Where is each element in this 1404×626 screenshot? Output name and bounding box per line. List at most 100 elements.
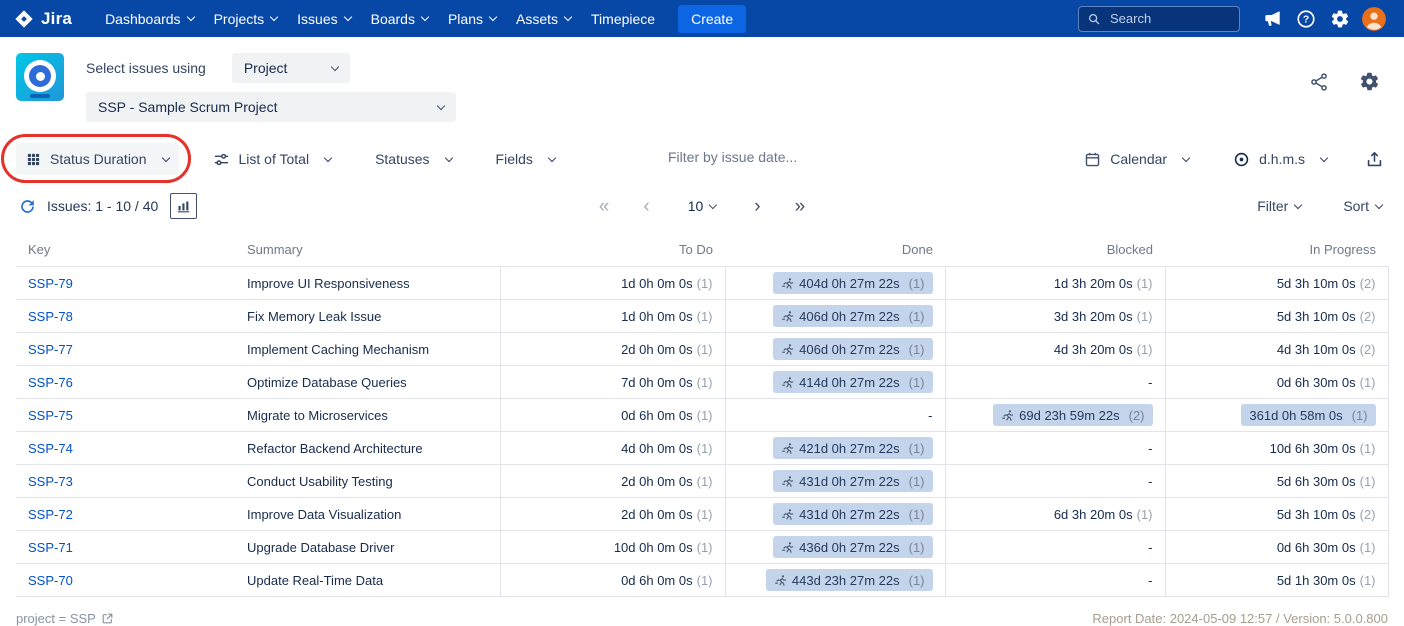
issue-key-link[interactable]: SSP-77 xyxy=(28,342,73,357)
issue-key-link[interactable]: SSP-71 xyxy=(28,540,73,555)
chart-view-button[interactable] xyxy=(170,193,197,219)
nav-item-label: Issues xyxy=(297,11,337,27)
export-button[interactable] xyxy=(1361,146,1388,173)
issue-key-link[interactable]: SSP-72 xyxy=(28,507,73,522)
runner-icon xyxy=(781,277,794,290)
issue-count: (1) xyxy=(909,276,925,291)
nav-assets[interactable]: Assets xyxy=(507,5,580,33)
duration-value: 5d 3h 10m 0s(2) xyxy=(1277,276,1376,291)
issues-table-body: SSP-79 Improve UI Responsiveness 1d 0h 0… xyxy=(16,267,1388,597)
issue-key-link[interactable]: SSP-75 xyxy=(28,408,73,423)
announcements-button[interactable] xyxy=(1256,3,1288,35)
project-select[interactable]: SSP - Sample Scrum Project xyxy=(86,92,456,122)
table-row: SSP-70 Update Real-Time Data 0d 6h 0m 0s… xyxy=(16,564,1388,597)
nav-plans[interactable]: Plans xyxy=(439,5,505,33)
column-header-blocked[interactable]: Blocked xyxy=(945,234,1165,267)
duration-pill: 404d 0h 27m 22s(1) xyxy=(773,272,932,294)
sort-menu-button[interactable]: Sort xyxy=(1337,197,1388,215)
duration-text: 1d 3h 20m 0s xyxy=(1054,276,1133,291)
statuses-select[interactable]: Statuses xyxy=(365,143,461,175)
svg-text:?: ? xyxy=(1303,14,1309,25)
issue-key-link[interactable]: SSP-70 xyxy=(28,573,73,588)
nav-dashboards[interactable]: Dashboards xyxy=(96,5,203,33)
issue-count: (1) xyxy=(1137,309,1153,324)
duration-text: 5d 3h 10m 0s xyxy=(1277,276,1356,291)
nav-issues[interactable]: Issues xyxy=(288,5,359,33)
table-header-row: Key Summary To Do Done Blocked In Progre… xyxy=(16,234,1388,267)
refresh-button[interactable] xyxy=(16,195,39,218)
page-size-select[interactable]: 10 xyxy=(680,192,725,220)
report-type-select[interactable]: Status Duration xyxy=(16,143,179,175)
issue-count: (1) xyxy=(909,309,925,324)
toolbar-right-group: Calendar d.h.m.s xyxy=(1074,136,1388,182)
issue-summary: Fix Memory Leak Issue xyxy=(235,300,500,333)
column-header-key[interactable]: Key xyxy=(16,234,235,267)
duration-text: 431d 0h 27m 22s xyxy=(799,507,899,522)
table-row: SSP-78 Fix Memory Leak Issue 1d 0h 0m 0s… xyxy=(16,300,1388,333)
duration-text: 0d 6h 30m 0s xyxy=(1277,540,1356,555)
external-link-icon[interactable] xyxy=(101,612,114,625)
issue-key-link[interactable]: SSP-78 xyxy=(28,309,73,324)
duration-pill: 443d 23h 27m 22s(1) xyxy=(766,569,933,591)
issue-date-filter-input[interactable] xyxy=(666,148,896,166)
issue-count: (1) xyxy=(909,342,925,357)
nav-boards[interactable]: Boards xyxy=(362,5,437,33)
settings-button[interactable] xyxy=(1324,3,1356,35)
nav-item-label: Timepiece xyxy=(591,11,655,27)
duration-value: 10d 0h 0m 0s(1) xyxy=(614,540,713,555)
duration-value: 4d 0h 0m 0s(1) xyxy=(621,441,712,456)
issue-key-link[interactable]: SSP-79 xyxy=(28,276,73,291)
jira-logo-icon xyxy=(14,9,34,29)
duration-cell-done: 436d 0h 27m 22s(1) xyxy=(725,531,945,564)
issue-summary: Migrate to Microservices xyxy=(235,399,500,432)
duration-text: 1d 0h 0m 0s xyxy=(621,309,693,324)
duration-cell-inprogress: 4d 3h 10m 0s(2) xyxy=(1165,333,1388,366)
column-header-todo[interactable]: To Do xyxy=(500,234,725,267)
help-button[interactable]: ? xyxy=(1290,3,1322,35)
first-page-button[interactable]: « xyxy=(595,195,614,218)
scope-select[interactable]: Project xyxy=(232,53,350,83)
issue-key-link[interactable]: SSP-76 xyxy=(28,375,73,390)
duration-pill: 431d 0h 27m 22s(1) xyxy=(773,470,932,492)
chevron-down-icon xyxy=(1182,153,1190,161)
previous-page-button[interactable]: ‹ xyxy=(639,195,653,218)
duration-text: 0d 6h 0m 0s xyxy=(621,408,693,423)
next-page-button[interactable]: › xyxy=(750,195,764,218)
nav-timepiece[interactable]: Timepiece xyxy=(582,5,664,33)
issue-count: (1) xyxy=(697,309,713,324)
duration-pill: 414d 0h 27m 22s(1) xyxy=(773,371,932,393)
column-header-summary[interactable]: Summary xyxy=(235,234,500,267)
last-page-button[interactable]: » xyxy=(791,195,810,218)
chevron-down-icon xyxy=(186,13,194,21)
column-header-done[interactable]: Done xyxy=(725,234,945,267)
issue-key-link[interactable]: SSP-73 xyxy=(28,474,73,489)
user-avatar[interactable] xyxy=(1358,3,1390,35)
app-logo-icon xyxy=(16,53,64,101)
duration-cell-todo: 1d 0h 0m 0s (1) xyxy=(500,300,725,333)
runner-icon xyxy=(774,574,787,587)
duration-cell-blocked: 3d 3h 20m 0s(1) xyxy=(945,300,1165,333)
runner-icon xyxy=(1001,409,1014,422)
filter-menu-button[interactable]: Filter xyxy=(1251,197,1307,215)
share-button[interactable] xyxy=(1305,68,1333,96)
nav-projects[interactable]: Projects xyxy=(205,5,287,33)
runner-icon xyxy=(781,310,794,323)
nav-search[interactable] xyxy=(1078,6,1240,32)
duration-text: 436d 0h 27m 22s xyxy=(799,540,899,555)
view-mode-select[interactable]: List of Total xyxy=(203,143,342,176)
report-settings-button[interactable] xyxy=(1355,67,1384,96)
duration-pill: 431d 0h 27m 22s(1) xyxy=(773,503,932,525)
table-row: SSP-71 Upgrade Database Driver 10d 0h 0m… xyxy=(16,531,1388,564)
issue-key-link[interactable]: SSP-74 xyxy=(28,441,73,456)
runner-icon xyxy=(781,508,794,521)
time-format-select[interactable]: d.h.m.s xyxy=(1223,143,1337,176)
jira-home-link[interactable]: Jira xyxy=(14,9,72,29)
duration-value: 2d 0h 0m 0s(1) xyxy=(621,474,712,489)
create-button[interactable]: Create xyxy=(678,5,746,33)
issue-count: (1) xyxy=(1137,276,1153,291)
search-input[interactable] xyxy=(1108,10,1231,27)
fields-select[interactable]: Fields xyxy=(486,143,565,175)
calendar-select[interactable]: Calendar xyxy=(1074,143,1199,176)
column-header-inprogress[interactable]: In Progress xyxy=(1165,234,1388,267)
duration-cell-done: 443d 23h 27m 22s(1) xyxy=(725,564,945,597)
